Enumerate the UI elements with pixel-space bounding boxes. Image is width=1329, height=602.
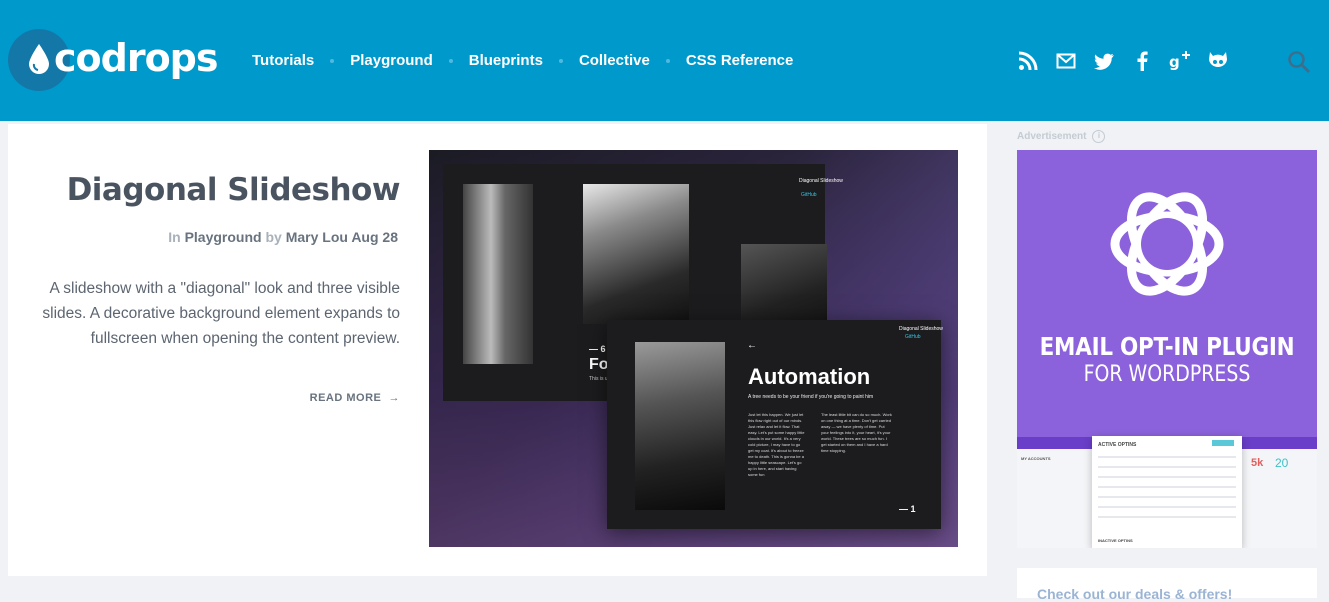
dashboard-stat: 20 <box>1275 456 1289 470</box>
google-plus-icon[interactable]: g <box>1169 50 1191 72</box>
building-image <box>463 184 533 364</box>
article-card: Diagonal Slideshow In Playground by Mary… <box>8 124 987 576</box>
slide-number: — 1 <box>899 504 916 514</box>
article-excerpt: A slideshow with a "diagonal" look and t… <box>42 280 400 347</box>
slide-github-link: GitHub <box>905 334 921 340</box>
panel-row <box>1098 466 1236 468</box>
person-image <box>635 342 725 510</box>
deals-heading: Check out our deals & offers! <box>1037 586 1233 602</box>
ad-headline: EMAIL OPT-IN PLUGIN <box>1039 332 1295 361</box>
social-links: g <box>1017 50 1245 72</box>
dashboard-stat: 5k <box>1251 457 1264 469</box>
slide-body-text: The least little bit can do so much. Wor… <box>821 412 892 453</box>
category-link[interactable]: Playground <box>185 229 262 245</box>
panel-row <box>1098 456 1236 458</box>
nav-tutorials[interactable]: Tutorials <box>252 52 314 69</box>
advertisement-label: Advertisement i <box>1017 130 1106 143</box>
rss-icon[interactable] <box>1017 50 1039 72</box>
ad-subheadline: FOR WORDPRESS <box>1083 362 1251 387</box>
ad-label-text: Advertisement <box>1017 131 1087 142</box>
main-nav: Tutorials Playground Blueprints Collecti… <box>252 52 793 69</box>
slide-preview-front: Diagonal Slideshow GitHub ← Automation A… <box>607 320 943 529</box>
info-icon[interactable]: i <box>1092 130 1106 143</box>
advertisement-banner[interactable]: EMAIL OPT-IN PLUGIN FOR WORDPRESS MY ACC… <box>1017 150 1317 548</box>
panel-row <box>1098 486 1236 488</box>
panel-row <box>1098 476 1236 478</box>
nav-separator <box>448 58 453 63</box>
nav-css-reference[interactable]: CSS Reference <box>686 52 794 69</box>
github-icon[interactable] <box>1207 50 1229 72</box>
svg-text:g: g <box>1169 53 1180 71</box>
slide-number: — 6 <box>589 344 606 354</box>
slide-heading: Automation <box>748 364 871 389</box>
nav-separator <box>558 58 563 63</box>
building-image <box>583 184 689 324</box>
author-link[interactable]: Mary Lou <box>286 229 348 245</box>
meta-prefix: In <box>168 229 181 245</box>
nav-collective[interactable]: Collective <box>579 52 650 69</box>
arrow-right-icon: → <box>384 392 400 404</box>
slide-caption: Diagonal Slideshow <box>799 178 843 184</box>
dashboard-side-label: MY ACCOUNTS <box>1021 456 1051 461</box>
slide-body-text: Just let this happen. We just let this f… <box>748 412 805 477</box>
codrops-logo[interactable]: codrops <box>8 28 218 92</box>
dashboard-panel: ACTIVE OPTINS INACTIVE OPTINS <box>1092 436 1242 548</box>
nav-playground[interactable]: Playground <box>350 52 433 69</box>
twitter-icon[interactable] <box>1093 50 1115 72</box>
panel-row <box>1098 516 1236 518</box>
nav-separator <box>665 58 670 63</box>
panel-inactive-title: INACTIVE OPTINS <box>1098 538 1133 543</box>
article-hero-image[interactable]: Diagonal Slideshow GitHub — 6 Focu This … <box>429 150 958 547</box>
nav-blueprints[interactable]: Blueprints <box>469 52 543 69</box>
site-header: codrops Tutorials Playground Blueprints … <box>0 0 1329 121</box>
panel-title: ACTIVE OPTINS <box>1098 442 1137 448</box>
slide-github-link: GitHub <box>801 192 817 198</box>
slide-subtitle: A tree needs to be your friend if you're… <box>748 394 874 400</box>
nav-separator <box>330 58 335 63</box>
search-icon[interactable] <box>1287 50 1311 74</box>
article-meta: In Playground by Mary Lou Aug 28 <box>48 229 398 245</box>
meta-by: by <box>265 229 282 245</box>
facebook-icon[interactable] <box>1131 50 1153 72</box>
article-date: Aug 28 <box>351 229 398 245</box>
mail-icon[interactable] <box>1055 50 1077 72</box>
article-title[interactable]: Diagonal Slideshow <box>48 172 401 208</box>
arrow-left-icon: ← <box>747 340 757 351</box>
read-more-link[interactable]: READ MORE → <box>240 392 400 404</box>
slide-caption: Diagonal Slideshow <box>899 326 943 332</box>
read-more-label: READ MORE <box>309 392 382 404</box>
panel-row <box>1098 496 1236 498</box>
logo-text: codrops <box>54 36 218 80</box>
panel-button <box>1212 440 1234 446</box>
panel-row <box>1098 506 1236 508</box>
bloom-logo-icon <box>1110 192 1224 296</box>
